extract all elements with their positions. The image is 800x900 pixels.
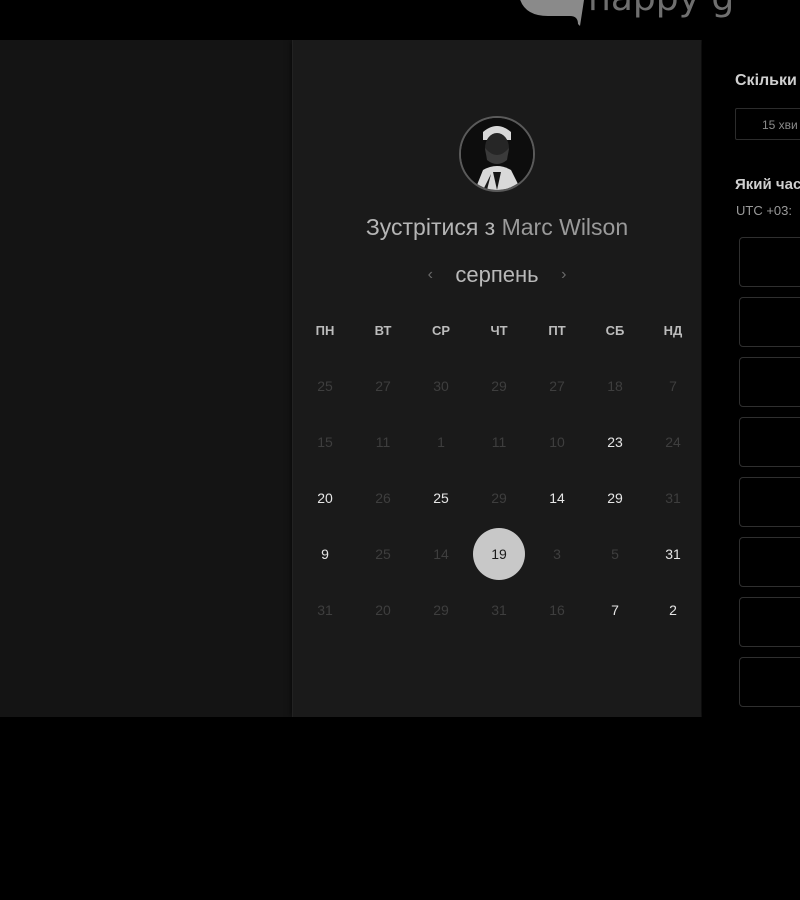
time-slot[interactable] — [739, 657, 800, 707]
timezone-label[interactable]: UTC +03: — [736, 203, 792, 218]
calendar-day: 31 — [317, 602, 333, 618]
calendar-day[interactable]: 23 — [589, 416, 641, 468]
weekday-header: СР — [431, 323, 451, 338]
weekday-header: ВТ — [374, 323, 392, 338]
meeting-title: Зустрітися з Marc Wilson — [293, 214, 701, 241]
top-header: happy g — [0, 0, 800, 40]
calendar-day: 3 — [553, 546, 561, 562]
calendar-day: 26 — [375, 490, 391, 506]
calendar-day[interactable]: 31 — [647, 528, 699, 580]
time-slot[interactable] — [739, 237, 800, 287]
calendar-day[interactable]: 7 — [589, 584, 641, 636]
month-navigation: ‹ серпень › — [293, 262, 701, 288]
calendar-day[interactable]: 9 — [299, 528, 351, 580]
time-slot[interactable] — [739, 477, 800, 527]
calendar-day: 11 — [491, 434, 507, 450]
duration-select[interactable]: 15 хви — [735, 108, 800, 140]
calendar-day[interactable]: 20 — [299, 472, 351, 524]
calendar-day: 24 — [665, 434, 681, 450]
weekday-header: ПН — [315, 323, 335, 338]
calendar-day: 29 — [491, 378, 507, 394]
calendar-day: 5 — [611, 546, 619, 562]
calendar-day: 11 — [375, 434, 391, 450]
calendar-day: 7 — [669, 378, 677, 394]
time-heading: Який час — [735, 176, 800, 193]
chevron-left-icon[interactable]: ‹ — [428, 266, 433, 284]
calendar-day[interactable]: 14 — [531, 472, 583, 524]
calendar-day: 29 — [433, 602, 449, 618]
calendar-day: 31 — [665, 490, 681, 506]
calendar-day: 14 — [433, 546, 449, 562]
time-slot[interactable] — [739, 417, 800, 467]
title-prefix: Зустрітися з — [365, 214, 496, 240]
left-panel — [0, 40, 292, 717]
time-slot[interactable] — [739, 597, 800, 647]
bottom-area — [0, 717, 800, 900]
calendar-day: 16 — [549, 602, 565, 618]
calendar-day[interactable]: 29 — [589, 472, 641, 524]
duration-heading: Скільки — [735, 72, 797, 89]
host-name: Marc Wilson — [501, 214, 629, 240]
calendar-day: 25 — [317, 378, 333, 394]
calendar-day: 25 — [375, 546, 391, 562]
duration-value: 15 хви — [762, 118, 798, 132]
calendar-day-selected[interactable]: 19 — [473, 528, 525, 580]
booking-page: Зустрітися з Marc Wilson ‹ серпень › ПН В… — [0, 40, 800, 717]
chat-bubble-logo-icon[interactable] — [508, 0, 588, 26]
calendar-day: 30 — [433, 378, 449, 394]
calendar-day[interactable]: 25 — [415, 472, 467, 524]
weekday-header: НД — [663, 323, 683, 338]
calendar-day: 15 — [317, 434, 333, 450]
time-slot[interactable] — [739, 357, 800, 407]
weekday-header: ЧТ — [490, 323, 508, 338]
month-label: серпень — [455, 262, 539, 287]
time-slot[interactable] — [739, 297, 800, 347]
weekday-header: ПТ — [548, 323, 566, 338]
calendar-day: 31 — [491, 602, 507, 618]
time-selection-panel: Скільки 15 хви Який час UTC +03: — [702, 40, 800, 717]
calendar-day[interactable]: 2 — [647, 584, 699, 636]
calendar-day: 29 — [491, 490, 507, 506]
calendar-day: 27 — [549, 378, 565, 394]
brand-name[interactable]: happy g — [588, 0, 734, 19]
chevron-right-icon[interactable]: › — [561, 266, 566, 284]
user-avatar-icon — [459, 116, 535, 192]
weekday-header: СБ — [605, 323, 625, 338]
time-slot[interactable] — [739, 537, 800, 587]
calendar-day: 1 — [437, 434, 445, 450]
calendar-day: 20 — [375, 602, 391, 618]
booking-calendar-card: Зустрітися з Marc Wilson ‹ серпень › ПН В… — [292, 40, 701, 717]
calendar-day: 10 — [549, 434, 565, 450]
calendar-day: 27 — [375, 378, 391, 394]
calendar-day: 18 — [607, 378, 623, 394]
